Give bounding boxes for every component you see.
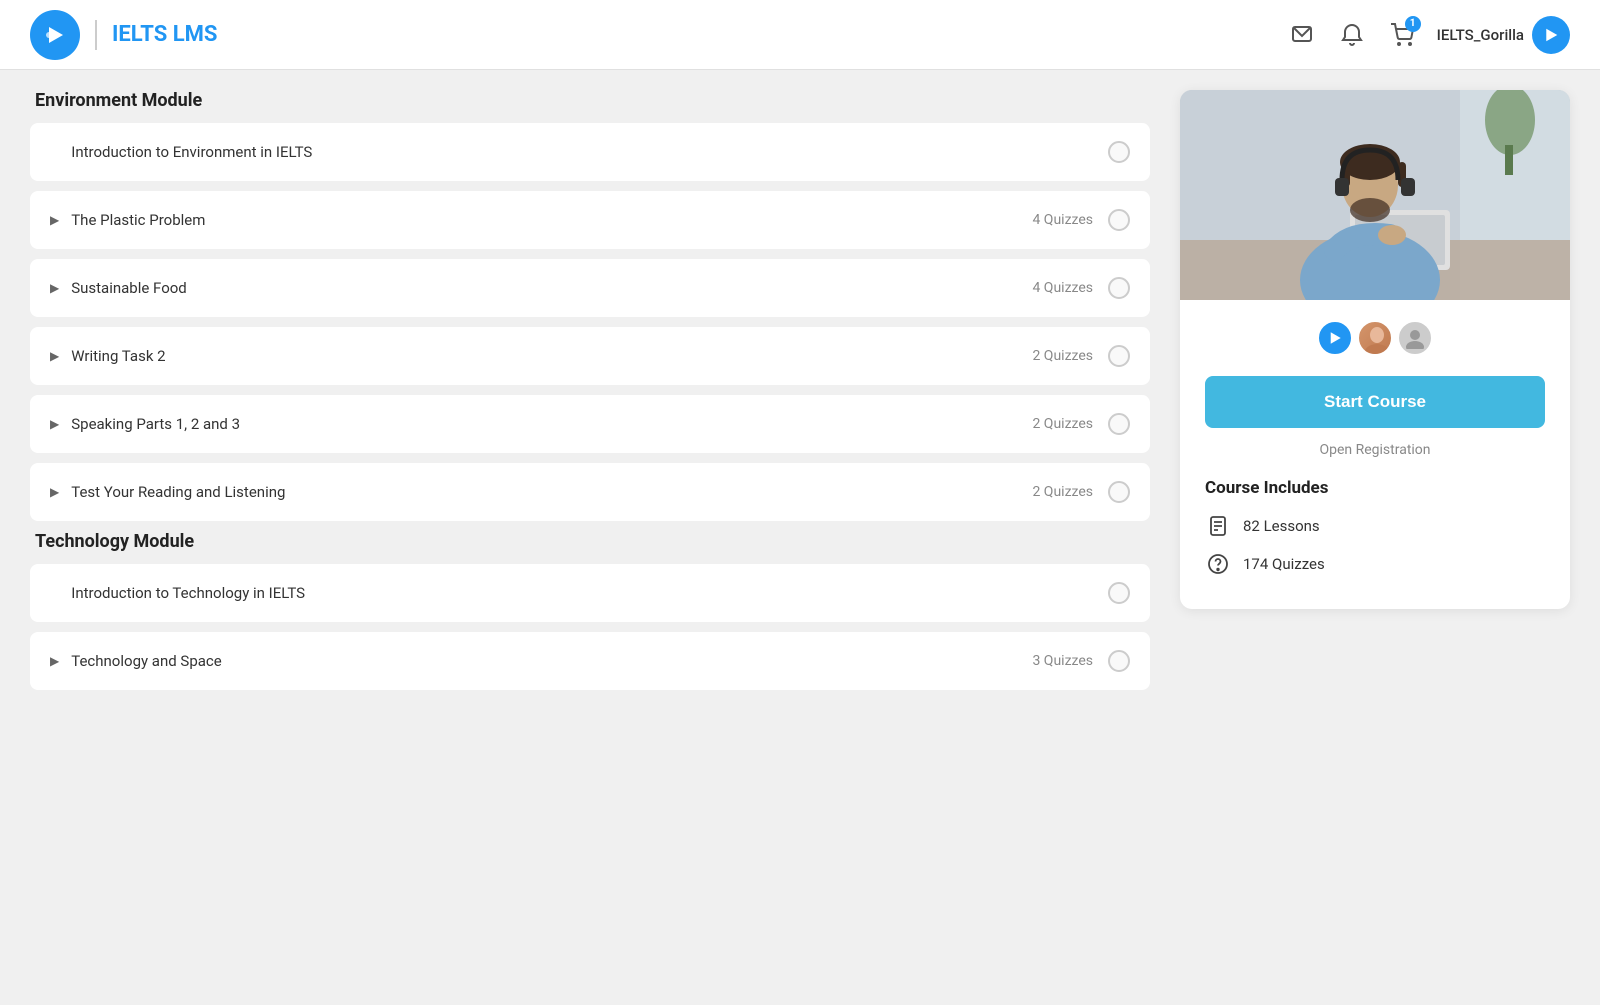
start-course-button[interactable]: Start Course — [1205, 376, 1545, 428]
course-item-label: The Plastic Problem — [71, 211, 1032, 229]
chevron-icon: ▶ — [50, 349, 59, 363]
quiz-count: 2 Quizzes — [1032, 416, 1093, 432]
notification-icon[interactable] — [1337, 20, 1367, 50]
quiz-count: 4 Quizzes — [1032, 280, 1093, 296]
chevron-icon: ▶ — [50, 654, 59, 668]
course-item-label: Introduction to Technology in IELTS — [71, 584, 1108, 602]
quiz-count: 3 Quizzes — [1032, 653, 1093, 669]
course-image — [1180, 90, 1570, 300]
completion-circle — [1108, 582, 1130, 604]
avatar-logo — [1317, 320, 1353, 356]
course-item-intro-env[interactable]: ▶ Introduction to Environment in IELTS — [30, 123, 1150, 181]
completion-circle — [1108, 209, 1130, 231]
course-card: Start Course Open Registration Course In… — [1180, 90, 1570, 609]
lessons-include: 82 Lessons — [1205, 513, 1545, 539]
chevron-icon: ▶ — [50, 485, 59, 499]
quiz-count: 2 Quizzes — [1032, 484, 1093, 500]
cart-badge: 1 — [1405, 16, 1421, 32]
chevron-icon: ▶ — [50, 213, 59, 227]
quizzes-count: 174 Quizzes — [1243, 555, 1325, 573]
course-item-label: Technology and Space — [71, 652, 1032, 670]
module-title-env: Environment Module — [30, 90, 1150, 111]
course-item-intro-tech[interactable]: ▶ Introduction to Technology in IELTS — [30, 564, 1150, 622]
message-icon[interactable] — [1287, 20, 1317, 50]
cart-icon[interactable]: 1 — [1387, 20, 1417, 50]
lessons-count: 82 Lessons — [1243, 517, 1320, 535]
logo-text: IELTS LMS — [112, 22, 217, 47]
course-item-sustainable[interactable]: ▶ Sustainable Food 4 Quizzes — [30, 259, 1150, 317]
left-panel: Environment Module ▶ Introduction to Env… — [30, 90, 1150, 700]
quiz-count: 2 Quizzes — [1032, 348, 1093, 364]
main-content: Environment Module ▶ Introduction to Env… — [0, 70, 1600, 720]
course-includes-title: Course Includes — [1205, 478, 1545, 498]
completion-circle — [1108, 481, 1130, 503]
course-item-label: Speaking Parts 1, 2 and 3 — [71, 415, 1032, 433]
avatar-instructor1 — [1357, 320, 1393, 356]
open-registration-text: Open Registration — [1205, 442, 1545, 458]
completion-circle — [1108, 141, 1130, 163]
quiz-count: 4 Quizzes — [1032, 212, 1093, 228]
course-item-label: Writing Task 2 — [71, 347, 1032, 365]
completion-circle — [1108, 277, 1130, 299]
completion-circle — [1108, 413, 1130, 435]
course-item-tech-space[interactable]: ▶ Technology and Space 3 Quizzes — [30, 632, 1150, 690]
module-title-tech: Technology Module — [30, 531, 1150, 552]
user-section[interactable]: IELTS_Gorilla — [1437, 16, 1570, 54]
course-item-reading[interactable]: ▶ Test Your Reading and Listening 2 Quiz… — [30, 463, 1150, 521]
course-item-speaking[interactable]: ▶ Speaking Parts 1, 2 and 3 2 Quizzes — [30, 395, 1150, 453]
instructor-avatars — [1205, 320, 1545, 356]
header-right: 1 IELTS_Gorilla — [1287, 16, 1570, 54]
question-icon — [1205, 551, 1231, 577]
course-card-body: Start Course Open Registration Course In… — [1180, 300, 1570, 609]
logo-divider — [95, 20, 97, 50]
header-left: IELTS LMS — [30, 10, 217, 60]
logo-icon[interactable] — [30, 10, 80, 60]
course-item-label: Sustainable Food — [71, 279, 1032, 297]
user-name: IELTS_Gorilla — [1437, 26, 1524, 44]
chevron-icon: ▶ — [50, 281, 59, 295]
chevron-icon: ▶ — [50, 417, 59, 431]
avatar-instructor2 — [1397, 320, 1433, 356]
completion-circle — [1108, 345, 1130, 367]
course-item-label: Test Your Reading and Listening — [71, 483, 1032, 501]
course-item-writing[interactable]: ▶ Writing Task 2 2 Quizzes — [30, 327, 1150, 385]
right-panel: Start Course Open Registration Course In… — [1180, 90, 1570, 700]
document-icon — [1205, 513, 1231, 539]
course-item-label: Introduction to Environment in IELTS — [71, 143, 1108, 161]
quizzes-include: 174 Quizzes — [1205, 551, 1545, 577]
completion-circle — [1108, 650, 1130, 672]
course-item-plastic[interactable]: ▶ The Plastic Problem 4 Quizzes — [30, 191, 1150, 249]
user-avatar — [1532, 16, 1570, 54]
header: IELTS LMS 1 IELTS_Gorilla — [0, 0, 1600, 70]
